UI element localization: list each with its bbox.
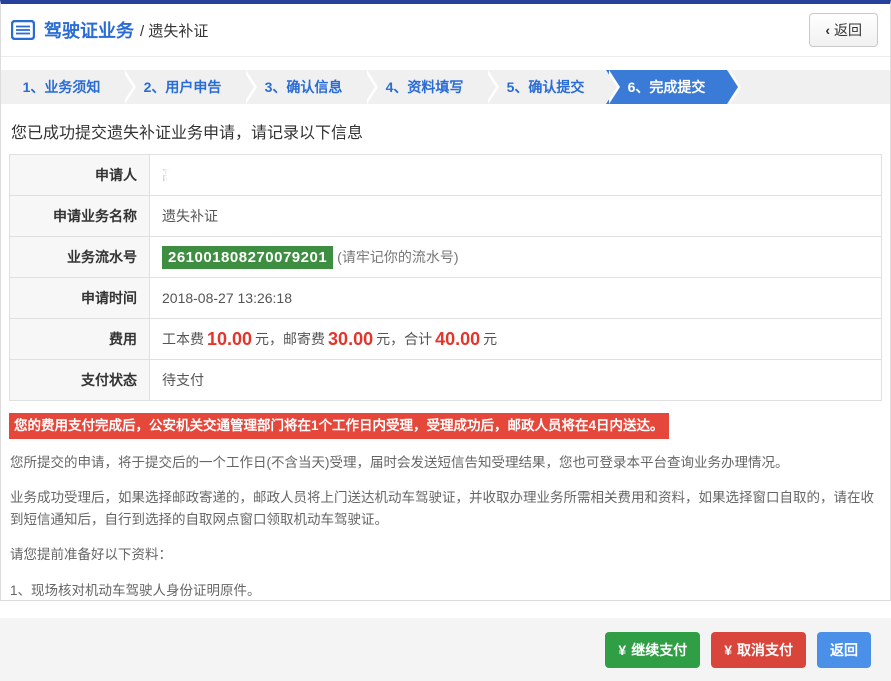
fee-amount: 40.00 [435, 328, 481, 349]
row-value: 工本费 10.00 元， 邮寄费 30.00 元， 合计 40.00 元 [150, 319, 881, 359]
row-value: 高 [150, 155, 881, 195]
step-4-fill-materials: 4、资料填写 [364, 70, 499, 104]
row-value: 遗失补证 [162, 208, 218, 224]
table-row-fee: 费用 工本费 10.00 元， 邮寄费 30.00 元， 合计 40.00 元 [10, 319, 881, 360]
row-label: 申请人 [10, 155, 150, 195]
header-back-button[interactable]: ‹ 返回 [809, 13, 878, 47]
application-info-table: 申请人 高 申请业务名称 遗失补证 业务流水号 2610018082700792… [9, 154, 882, 401]
header: 驾驶证业务 / 遗失补证 ‹ 返回 [1, 4, 890, 57]
table-row-pay-status: 支付状态 待支付 [10, 360, 881, 400]
footer-action-bar: ¥ 继续支付 ¥ 取消支付 返回 [0, 618, 891, 681]
step-label: 1、业务须知 [22, 79, 101, 95]
cancel-payment-button[interactable]: ¥ 取消支付 [711, 631, 806, 668]
payment-status-value: 待支付 [162, 372, 204, 388]
table-row-apply-time: 申请时间 2018-08-27 13:26:18 [10, 278, 881, 319]
fee-unit: 元 [483, 331, 498, 347]
success-message: 您已成功提交遗失补证业务申请，请记录以下信息 [11, 125, 364, 142]
continue-payment-button[interactable]: ¥ 继续支付 [605, 631, 701, 668]
step-label: 2、用户申告 [143, 79, 222, 95]
license-list-icon [11, 20, 35, 40]
step-label: 6、完成提交 [627, 79, 706, 95]
step-progress-bar: 1、业务须知 2、用户申告 3、确认信息 4、资料填写 5、确认提交 6、完成提… [1, 70, 890, 104]
table-row-applicant: 申请人 高 [10, 155, 881, 196]
notice-paragraph-3: 请您提前准备好以下资料： [10, 547, 172, 563]
table-row-serial-number: 业务流水号 261001808270079201 (请牢记你的流水号) [10, 237, 881, 278]
step-label: 3、确认信息 [264, 79, 343, 95]
notice-section: 您的费用支付完成后，公安机关交通管理部门将在1个工作日内受理，受理成功后，邮政人… [9, 413, 882, 600]
row-value: 261001808270079201 (请牢记你的流水号) [150, 237, 881, 277]
step-3-confirm-info: 3、确认信息 [243, 70, 378, 104]
continue-payment-label: 继续支付 [631, 641, 688, 658]
payment-alert-banner: 您的费用支付完成后，公安机关交通管理部门将在1个工作日内受理，受理成功后，邮政人… [9, 413, 669, 439]
serial-number-note: (请牢记你的流水号) [337, 249, 459, 265]
footer-back-button[interactable]: 返回 [817, 631, 871, 668]
fee-unit: 元， [376, 331, 405, 347]
page-title: 驾驶证业务 [44, 21, 134, 41]
step-label: 4、资料填写 [385, 79, 464, 95]
page: 驾驶证业务 / 遗失补证 ‹ 返回 1、业务须知 2、用户申告 3、确认信息 4、… [0, 0, 891, 681]
step-1-business-notice: 1、业务须知 [1, 70, 136, 104]
row-value: 2018-08-27 13:26:18 [162, 290, 292, 306]
row-label: 申请业务名称 [10, 196, 150, 236]
fee-amount: 10.00 [207, 328, 253, 349]
step-6-complete-submit: 6、完成提交 [606, 70, 741, 104]
step-5-confirm-submit: 5、确认提交 [485, 70, 620, 104]
footer-back-label: 返回 [830, 641, 858, 658]
step-label: 5、确认提交 [506, 79, 585, 95]
fee-unit: 元， [255, 331, 284, 347]
chevron-left-icon: ‹ [825, 22, 830, 38]
breadcrumb: / 遗失补证 [140, 22, 209, 40]
fee-item-label: 合计 [404, 331, 433, 347]
table-row-business-name: 申请业务名称 遗失补证 [10, 196, 881, 237]
row-label: 申请时间 [10, 278, 150, 318]
notice-paragraph-1: 您所提交的申请，将于提交后的一个工作日(不含当天)受理，届时会发送短信告知受理结… [10, 454, 789, 470]
fee-item-label: 工本费 [162, 331, 204, 347]
cancel-payment-label: 取消支付 [737, 641, 793, 658]
redacted-area [167, 166, 215, 184]
fee-item-label: 邮寄费 [283, 331, 326, 347]
header-back-label: 返回 [834, 22, 862, 38]
row-label: 支付状态 [10, 360, 150, 400]
main-panel: 驾驶证业务 / 遗失补证 ‹ 返回 1、业务须知 2、用户申告 3、确认信息 4、… [0, 0, 891, 601]
fee-amount: 30.00 [328, 328, 374, 349]
row-label: 业务流水号 [10, 237, 150, 277]
yen-icon: ¥ [724, 641, 732, 658]
row-label: 费用 [10, 319, 150, 359]
notice-paragraph-2: 业务成功受理后，如果选择邮政寄递的，邮政人员将上门送达机动车驾驶证，并收取办理业… [10, 489, 874, 528]
serial-number-badge: 261001808270079201 [162, 245, 334, 269]
step-2-user-declaration: 2、用户申告 [122, 70, 257, 104]
notice-paragraph-4: 1、现场核对机动车驾驶人身份证明原件。 [10, 582, 261, 598]
yen-icon: ¥ [618, 641, 627, 658]
